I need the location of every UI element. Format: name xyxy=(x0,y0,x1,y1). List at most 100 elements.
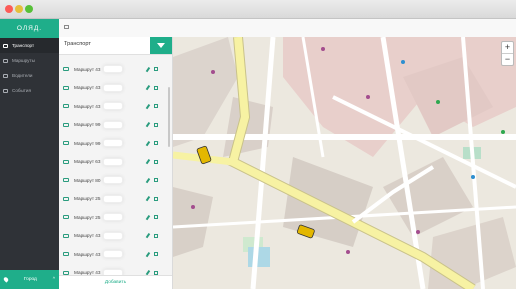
plate-badge xyxy=(103,231,123,240)
vehicle-label: Маршрут 43 xyxy=(74,233,101,239)
edit-icon[interactable] xyxy=(145,103,150,109)
home-icon[interactable] xyxy=(64,25,69,29)
vehicle-label: Маршрут 43 xyxy=(74,85,101,91)
vehicle-label: Маршрут 25 xyxy=(74,214,101,220)
vehicle-label: Маршрут 25 xyxy=(74,196,101,202)
vehicle-row[interactable]: Маршрут 63 xyxy=(59,153,172,172)
map-view[interactable]: + − xyxy=(173,37,516,289)
vehicle-row[interactable]: Маршрут 25 xyxy=(59,208,172,227)
sidebar-item-label: Транспорт xyxy=(12,43,35,48)
delete-icon[interactable] xyxy=(154,178,158,183)
plate-badge xyxy=(103,157,123,166)
zoom-in-button[interactable]: + xyxy=(502,42,513,54)
vehicle-row[interactable]: Маршрут 25 xyxy=(59,190,172,209)
sidebar-item-routes[interactable]: Маршруты xyxy=(0,53,59,68)
minimize-window-button[interactable] xyxy=(15,5,23,13)
plate-badge xyxy=(103,83,123,92)
edit-icon[interactable] xyxy=(145,140,150,146)
delete-icon[interactable] xyxy=(154,122,158,127)
plate-badge xyxy=(103,102,123,111)
vehicle-label: Маршрут 43 xyxy=(74,66,101,72)
delete-icon[interactable] xyxy=(154,196,158,201)
vehicle-row[interactable]: Маршрут 99 xyxy=(59,116,172,135)
sidebar-item-drivers[interactable]: Водители xyxy=(0,68,59,83)
bus-icon xyxy=(63,233,69,238)
bus-icon xyxy=(63,252,69,257)
location-pin-icon xyxy=(2,276,10,283)
edit-icon[interactable] xyxy=(145,251,150,257)
vehicle-label: Маршрут 99 xyxy=(74,122,101,128)
delete-icon[interactable] xyxy=(154,141,158,146)
bus-icon xyxy=(3,43,8,48)
zoom-control: + − xyxy=(501,41,514,66)
plate-badge xyxy=(103,213,123,222)
vehicle-row[interactable]: Маршрут 43 xyxy=(59,60,172,79)
vehicle-panel: Транспорт Маршрут 43 Маршрут 43 Маршрут 43… xyxy=(59,37,173,289)
plate-badge xyxy=(103,120,123,129)
vehicle-label: Маршрут 99 xyxy=(74,140,101,146)
edit-icon[interactable] xyxy=(145,196,150,202)
bus-icon xyxy=(63,67,69,72)
delete-icon[interactable] xyxy=(154,104,158,109)
panel-title: Транспорт xyxy=(64,41,91,47)
vehicle-row[interactable]: Маршрут 43 xyxy=(59,97,172,116)
list-scrollbar[interactable] xyxy=(168,87,170,147)
delete-icon[interactable] xyxy=(154,67,158,72)
bus-icon xyxy=(63,196,69,201)
plate-badge xyxy=(103,176,123,185)
vehicle-row[interactable]: Маршрут 80 xyxy=(59,171,172,190)
vehicle-label: Маршрут 63 xyxy=(74,159,101,165)
delete-icon[interactable] xyxy=(154,85,158,90)
vehicle-row[interactable]: Маршрут 43 xyxy=(59,227,172,246)
vehicle-label: Маршрут 80 xyxy=(74,177,101,183)
bus-icon xyxy=(63,215,69,220)
delete-icon[interactable] xyxy=(154,215,158,220)
bus-icon xyxy=(63,159,69,164)
app-window: ОЛЯД. Транспорт Маршруты Водители Событи… xyxy=(0,0,516,289)
edit-icon[interactable] xyxy=(145,85,150,91)
sidebar-item-label: Маршруты xyxy=(12,58,35,63)
delete-icon[interactable] xyxy=(154,159,158,164)
bus-icon xyxy=(63,141,69,146)
vehicle-row[interactable]: Маршрут 99 xyxy=(59,134,172,153)
sidebar-item-transport[interactable]: Транспорт xyxy=(0,38,59,53)
edit-icon[interactable] xyxy=(145,214,150,220)
city-selector[interactable]: Город ^ xyxy=(0,270,59,289)
close-window-button[interactable] xyxy=(5,5,13,13)
map-canvas[interactable] xyxy=(173,37,516,289)
vehicle-list: Маршрут 43 Маршрут 43 Маршрут 43 Маршрут 99… xyxy=(59,60,172,289)
vehicle-label: Маршрут 43 xyxy=(74,103,101,109)
route-icon xyxy=(3,58,8,63)
sidebar-nav: Транспорт Маршруты Водители События xyxy=(0,38,59,98)
top-toolbar xyxy=(59,19,516,38)
vehicle-row[interactable]: Маршрут 43 xyxy=(59,245,172,264)
brand-logo: ОЛЯД. xyxy=(0,19,59,38)
bus-icon xyxy=(63,122,69,127)
edit-icon[interactable] xyxy=(145,177,150,183)
maximize-window-button[interactable] xyxy=(25,5,33,13)
edit-icon[interactable] xyxy=(145,66,150,72)
zoom-out-button[interactable]: − xyxy=(502,54,513,65)
add-vehicle-button[interactable]: Добавить xyxy=(59,275,172,289)
sidebar-item-events[interactable]: События xyxy=(0,83,59,98)
plate-badge xyxy=(103,194,123,203)
panel-header: Транспорт xyxy=(59,37,172,55)
bus-icon xyxy=(63,85,69,90)
delete-icon[interactable] xyxy=(154,252,158,257)
plate-badge xyxy=(103,65,123,74)
edit-icon[interactable] xyxy=(145,233,150,239)
filter-icon xyxy=(157,43,165,48)
driver-icon xyxy=(3,73,8,78)
bus-icon xyxy=(63,178,69,183)
filter-button[interactable] xyxy=(150,37,172,54)
vehicle-label: Маршрут 43 xyxy=(74,251,101,257)
delete-icon[interactable] xyxy=(154,233,158,238)
sidebar-item-label: Водители xyxy=(12,73,33,78)
sidebar: ОЛЯД. Транспорт Маршруты Водители Событи… xyxy=(0,19,59,289)
window-titlebar xyxy=(0,0,516,19)
edit-icon[interactable] xyxy=(145,159,150,165)
event-icon xyxy=(3,88,8,93)
vehicle-row[interactable]: Маршрут 43 xyxy=(59,79,172,98)
edit-icon[interactable] xyxy=(145,122,150,128)
sidebar-item-label: События xyxy=(12,88,31,93)
